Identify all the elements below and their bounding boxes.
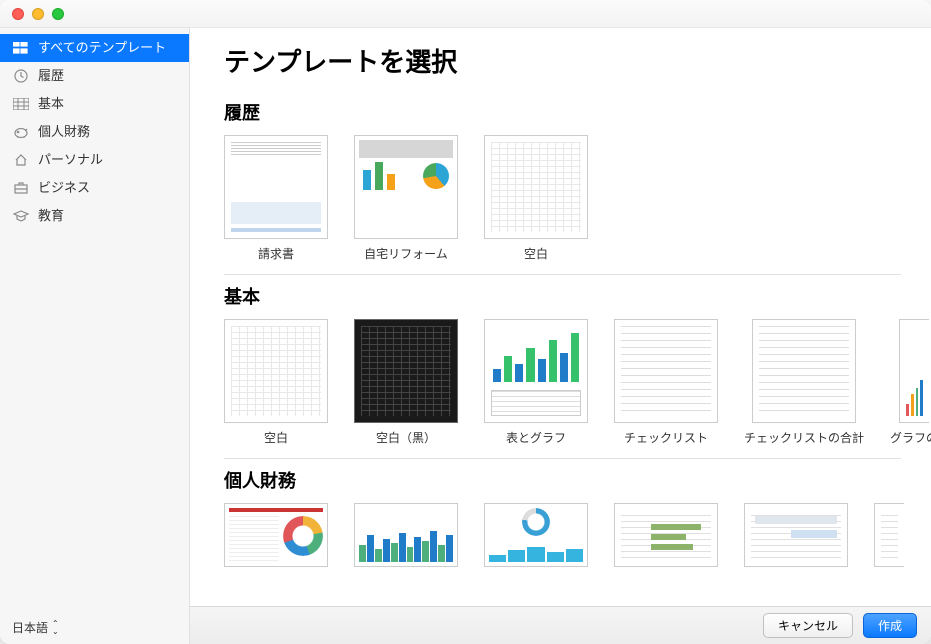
- template-pf-portfolio[interactable]: [614, 503, 718, 573]
- template-thumb: [354, 503, 458, 567]
- section-title-basic: 基本: [224, 283, 931, 309]
- sidebar-item-business[interactable]: ビジネス: [0, 174, 189, 202]
- footer-bar: キャンセル 作成: [190, 606, 931, 644]
- sidebar-item-label: パーソナル: [38, 150, 103, 170]
- template-thumb: [224, 503, 328, 567]
- sidebar-item-recent[interactable]: 履歴: [0, 62, 189, 90]
- piggy-bank-icon: [12, 124, 30, 140]
- template-label: 請求書: [258, 245, 294, 262]
- all-templates-icon: [12, 40, 30, 56]
- updown-icon: ⌃⌄: [52, 620, 59, 636]
- traffic-lights: [12, 8, 64, 20]
- template-thumb: [224, 319, 328, 423]
- template-row-recent: 請求書: [224, 135, 931, 262]
- template-label: 自宅リフォーム: [364, 245, 448, 262]
- template-thumb: [354, 319, 458, 423]
- template-thumb: [484, 319, 588, 423]
- cancel-button[interactable]: キャンセル: [763, 613, 853, 638]
- sidebar-item-personal-finance[interactable]: 個人財務: [0, 118, 189, 146]
- template-thumb: [752, 319, 856, 423]
- minimize-window-button[interactable]: [32, 8, 44, 20]
- sidebar-item-label: 教育: [38, 206, 64, 226]
- sidebar-item-basic[interactable]: 基本: [0, 90, 189, 118]
- clock-icon: [12, 68, 30, 84]
- template-thumb: [614, 503, 718, 567]
- template-home-remodel[interactable]: 自宅リフォーム: [354, 135, 458, 262]
- sidebar-item-all-templates[interactable]: すべてのテンプレート: [0, 34, 189, 62]
- titlebar: [0, 0, 931, 28]
- template-pf-monthly-budget[interactable]: [354, 503, 458, 573]
- template-blank[interactable]: 空白: [484, 135, 588, 262]
- page-title: テンプレートを選択: [224, 42, 931, 79]
- template-row-personal-finance: [224, 503, 931, 573]
- sidebar-item-label: 履歴: [38, 66, 64, 86]
- graduation-cap-icon: [12, 208, 30, 224]
- template-row-basic: 空白 空白（黒）: [224, 319, 931, 446]
- sidebar-item-label: 基本: [38, 94, 64, 114]
- sidebar: すべてのテンプレート 履歴 基本 個人財務: [0, 28, 190, 644]
- home-icon: [12, 152, 30, 168]
- sidebar-item-label: 個人財務: [38, 122, 90, 142]
- main-area: テンプレートを選択 履歴 請求書: [190, 28, 931, 644]
- template-blank-black[interactable]: 空白（黒）: [354, 319, 458, 446]
- section-divider: [224, 458, 901, 459]
- template-thumb: [744, 503, 848, 567]
- briefcase-icon: [12, 180, 30, 196]
- template-chart-basics[interactable]: グラフの: [890, 319, 931, 446]
- window-body: すべてのテンプレート 履歴 基本 個人財務: [0, 28, 931, 644]
- template-pf-shared-expenses[interactable]: [744, 503, 848, 573]
- template-blank[interactable]: 空白: [224, 319, 328, 446]
- template-checklist[interactable]: チェックリスト: [614, 319, 718, 446]
- template-pf-monthly-goal[interactable]: [484, 503, 588, 573]
- template-thumb: [899, 319, 929, 423]
- section-divider: [224, 274, 901, 275]
- template-label: チェックリスト: [624, 429, 708, 446]
- template-thumb: [484, 135, 588, 239]
- template-charting-basics[interactable]: 表とグラフ: [484, 319, 588, 446]
- table-icon: [12, 96, 30, 112]
- content-scroll[interactable]: テンプレートを選択 履歴 請求書: [190, 28, 931, 606]
- template-label: 空白: [264, 429, 288, 446]
- language-selector[interactable]: 日本語 ⌃⌄: [0, 611, 189, 644]
- zoom-window-button[interactable]: [52, 8, 64, 20]
- template-label: チェックリストの合計: [744, 429, 864, 446]
- section-title-personal-finance: 個人財務: [224, 467, 931, 493]
- sidebar-item-personal[interactable]: パーソナル: [0, 146, 189, 174]
- template-pf-net-worth[interactable]: [874, 503, 904, 573]
- sidebar-item-label: すべてのテンプレート: [38, 38, 166, 58]
- template-label: グラフの: [890, 429, 931, 446]
- template-thumb: [484, 503, 588, 567]
- close-window-button[interactable]: [12, 8, 24, 20]
- template-label: 表とグラフ: [506, 429, 566, 446]
- template-label: 空白: [524, 245, 548, 262]
- create-button[interactable]: 作成: [863, 613, 917, 638]
- template-checklist-total[interactable]: チェックリストの合計: [744, 319, 864, 446]
- template-chooser-window: すべてのテンプレート 履歴 基本 個人財務: [0, 0, 931, 644]
- template-label: 空白（黒）: [376, 429, 436, 446]
- template-pf-budget[interactable]: [224, 503, 328, 573]
- template-thumb: [614, 319, 718, 423]
- section-title-recent: 履歴: [224, 99, 931, 125]
- language-label: 日本語: [12, 619, 48, 636]
- template-thumb: [354, 135, 458, 239]
- sidebar-item-education[interactable]: 教育: [0, 202, 189, 230]
- template-thumb: [224, 135, 328, 239]
- template-invoice[interactable]: 請求書: [224, 135, 328, 262]
- template-thumb: [874, 503, 904, 567]
- sidebar-item-label: ビジネス: [38, 178, 90, 198]
